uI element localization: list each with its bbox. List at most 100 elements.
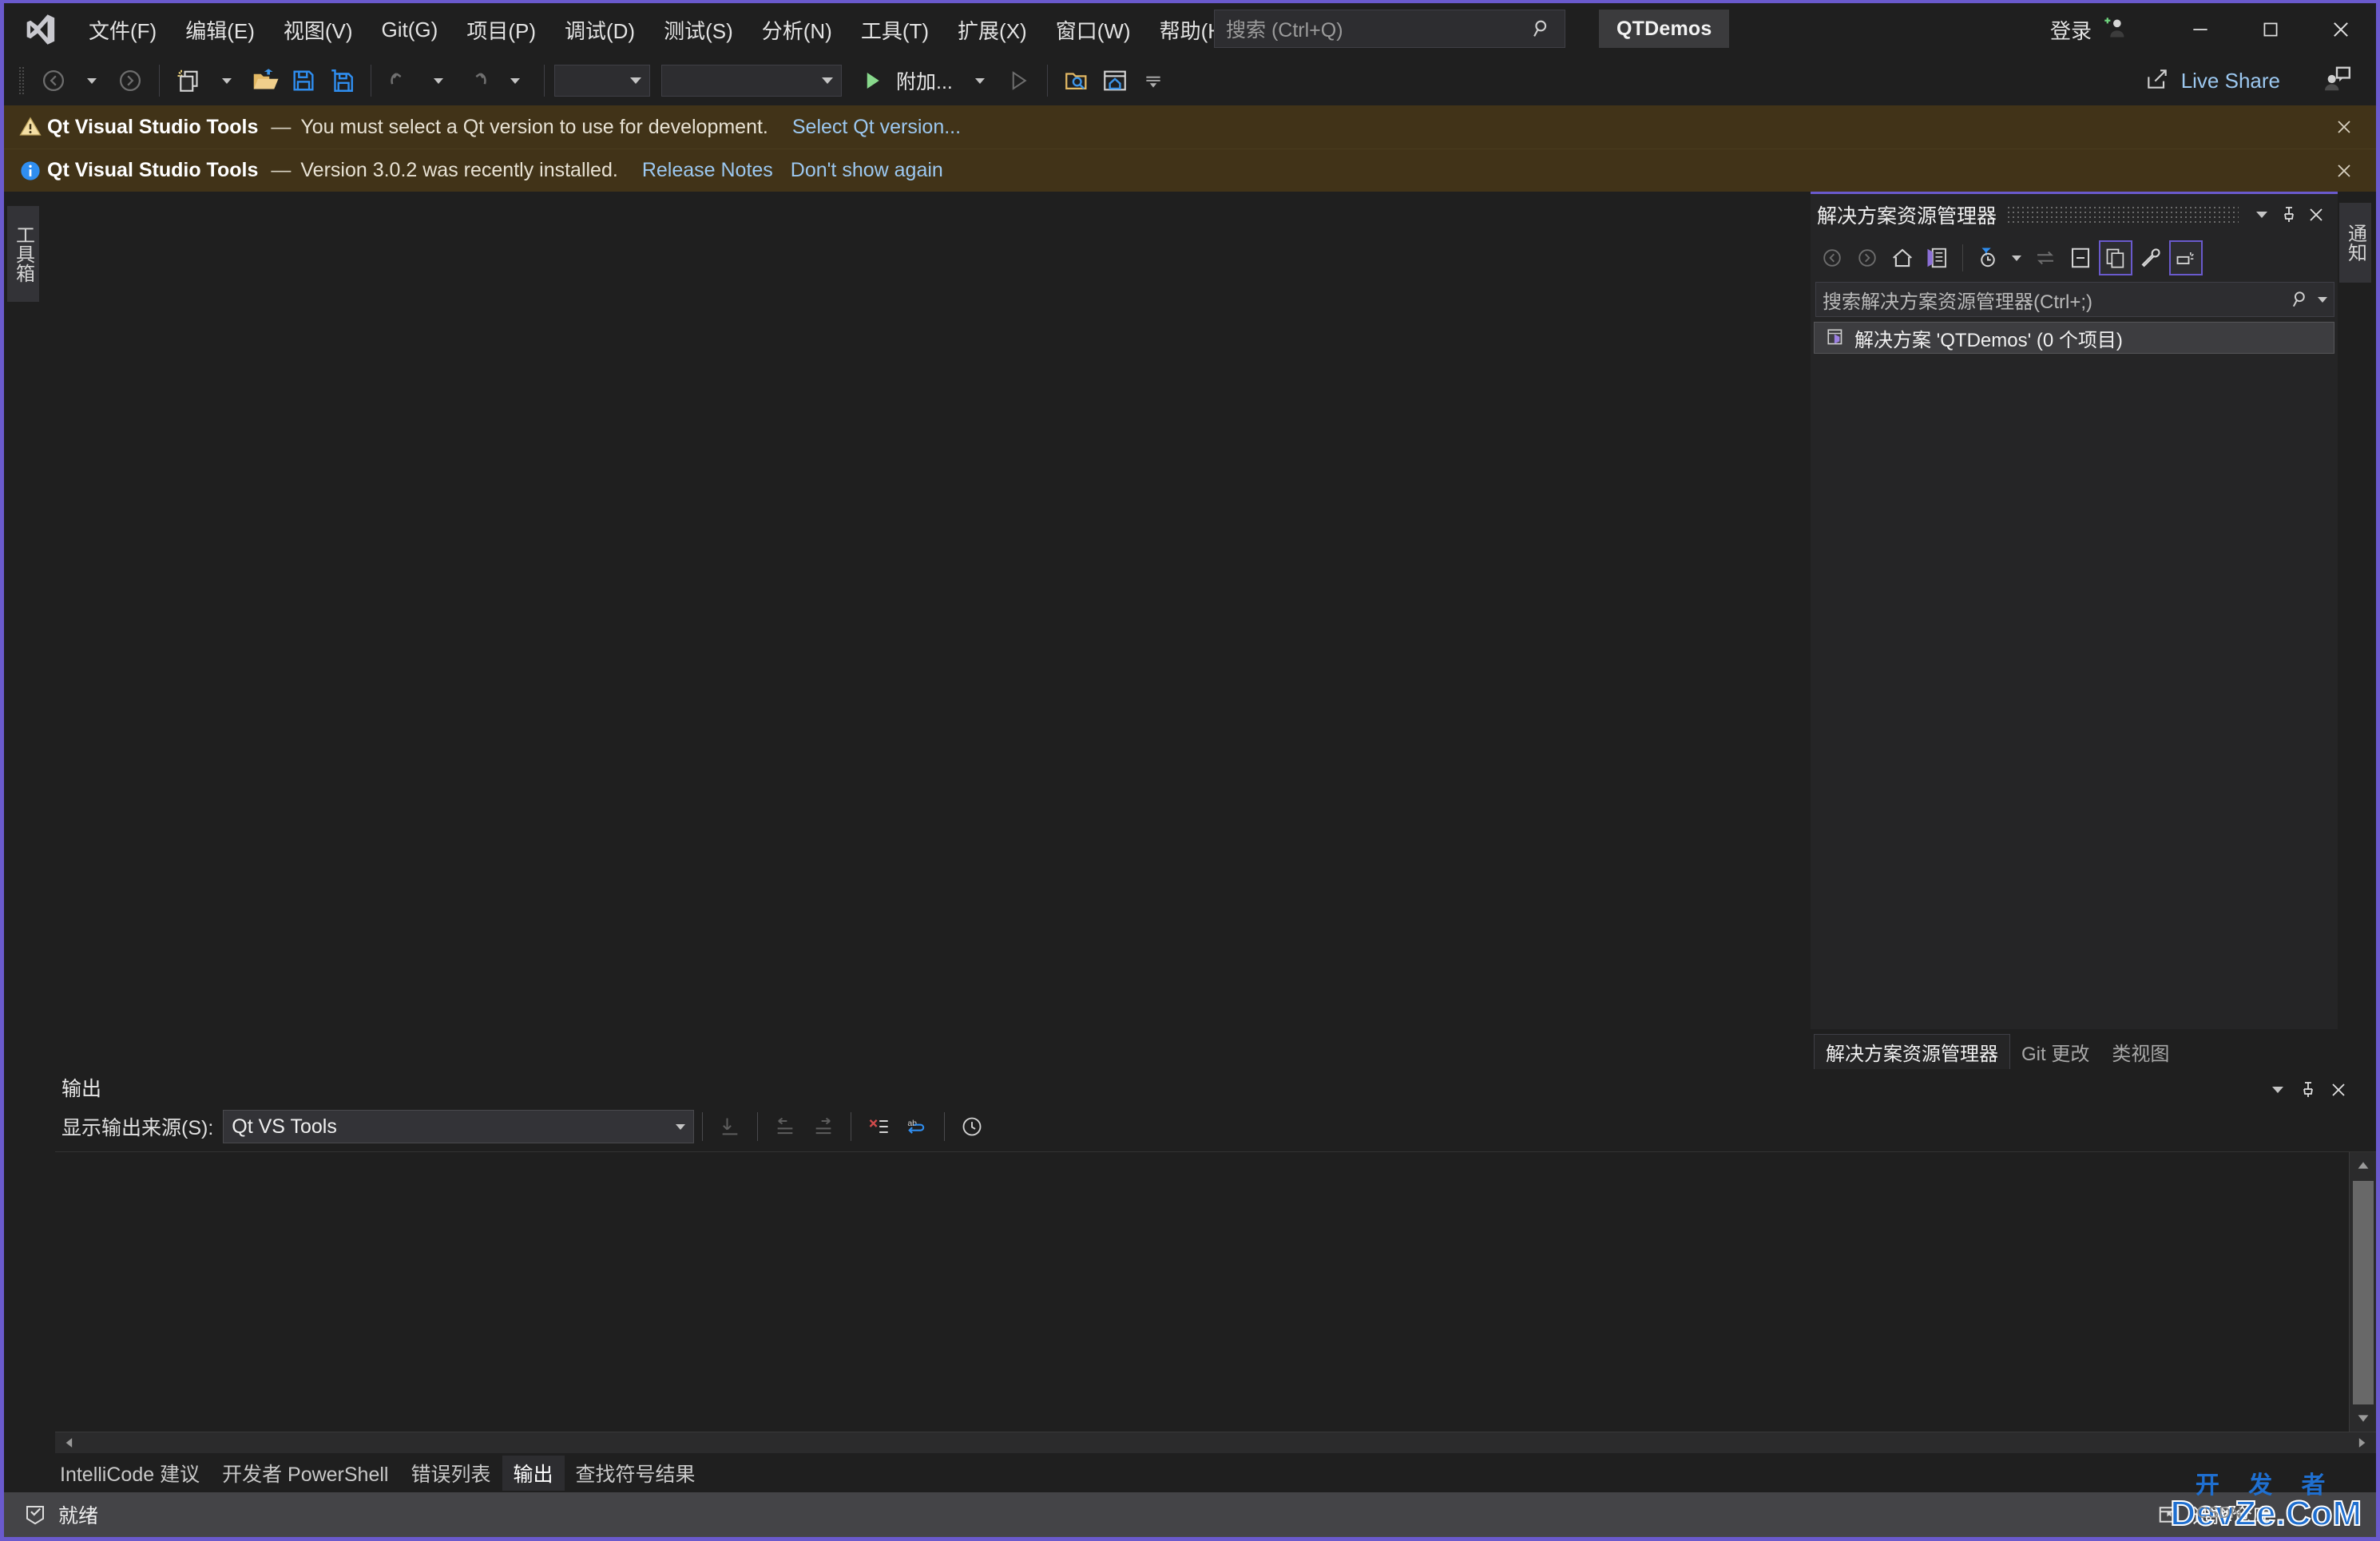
menu-view[interactable]: 视图(V) (269, 9, 367, 51)
notification-close-button[interactable] (2326, 105, 2362, 149)
live-share-button[interactable]: Live Share (2144, 56, 2280, 105)
navigate-forward-button[interactable] (111, 61, 149, 100)
redo-icon[interactable] (458, 61, 496, 100)
menu-extensions[interactable]: 扩展(X) (943, 9, 1041, 51)
search-options-dropdown-icon[interactable] (2318, 296, 2327, 303)
tab-intellicode-suggestions[interactable]: IntelliCode 建议 (49, 1456, 211, 1491)
play-icon[interactable] (853, 61, 891, 100)
scroll-up-arrow-icon[interactable] (2350, 1152, 2376, 1179)
sync-with-active-document-icon[interactable] (2029, 240, 2062, 275)
toggle-word-wrap-icon[interactable]: ab (898, 1108, 936, 1145)
solution-node-qtdemos[interactable]: 解决方案 'QTDemos' (0 个项目) (1814, 322, 2334, 354)
previous-message-icon[interactable] (766, 1108, 804, 1145)
navigate-backward-button[interactable] (34, 61, 73, 100)
back-icon[interactable] (1815, 240, 1849, 275)
tab-error-list[interactable]: 错误列表 (399, 1456, 502, 1491)
navigate-backward-dropdown[interactable] (73, 61, 111, 100)
minimize-button[interactable] (2165, 3, 2235, 56)
output-vertical-scrollbar[interactable] (2349, 1152, 2376, 1432)
scroll-down-arrow-icon[interactable] (2350, 1404, 2376, 1432)
next-message-icon[interactable] (804, 1108, 843, 1145)
toolbar-overflow-icon[interactable] (1134, 61, 1172, 100)
clear-all-icon[interactable] (859, 1108, 898, 1145)
properties-icon[interactable] (2134, 240, 2168, 275)
save-all-icon[interactable] (323, 61, 361, 100)
undo-dropdown[interactable] (419, 61, 458, 100)
output-source-label: 显示输出来源(S): (61, 1117, 214, 1140)
document-area[interactable] (42, 192, 1811, 1069)
home-icon[interactable] (1886, 240, 1919, 275)
select-qt-version-link[interactable]: Select Qt version... (792, 116, 961, 139)
redo-dropdown[interactable] (496, 61, 534, 100)
menu-git[interactable]: Git(G) (367, 11, 453, 49)
save-icon[interactable] (284, 61, 323, 100)
project-name-chip[interactable]: QTDemos (1599, 10, 1730, 48)
status-right[interactable]: 选择仓库 (2157, 1500, 2272, 1529)
pending-changes-filter-icon[interactable] (1971, 240, 2005, 275)
output-source-select[interactable]: Qt VS Tools (223, 1110, 695, 1144)
scroll-right-arrow-icon[interactable] (2349, 1432, 2376, 1453)
sign-in-area[interactable]: 登录 (2050, 3, 2128, 56)
attach-dropdown[interactable] (961, 61, 999, 100)
close-button[interactable] (2306, 3, 2376, 56)
maximize-button[interactable] (2235, 3, 2306, 56)
dont-show-again-link[interactable]: Don't show again (791, 159, 943, 182)
panel-drag-handle[interactable] (2006, 205, 2239, 224)
notifications-tab[interactable]: 通知 (2339, 203, 2371, 283)
collapse-all-icon[interactable] (2064, 240, 2097, 275)
tab-class-view[interactable]: 类视图 (2100, 1034, 2180, 1069)
toolbar-grip[interactable] (18, 66, 25, 95)
menu-project[interactable]: 项目(P) (452, 9, 550, 51)
output-horizontal-scrollbar[interactable] (55, 1432, 2376, 1454)
panel-menu-dropdown-icon[interactable] (2263, 1073, 2293, 1107)
output-content[interactable] (55, 1152, 2349, 1432)
tab-git-changes[interactable]: Git 更改 (2010, 1034, 2100, 1069)
start-without-debugging-icon[interactable] (999, 61, 1037, 100)
close-icon[interactable] (2303, 199, 2330, 231)
menu-edit[interactable]: 编辑(E) (171, 9, 269, 51)
solution-toolbar-separator (1962, 244, 1963, 271)
tab-solution-explorer[interactable]: 解决方案资源管理器 (1814, 1034, 2010, 1069)
tab-find-symbol-results[interactable]: 查找符号结果 (565, 1456, 707, 1491)
preview-selected-items-icon[interactable] (2169, 240, 2203, 275)
tab-output[interactable]: 输出 (502, 1455, 565, 1491)
global-search-input[interactable]: 搜索 (Ctrl+Q) (1214, 10, 1565, 48)
new-project-icon[interactable] (169, 61, 208, 100)
status-left[interactable]: 就绪 (4, 1500, 98, 1529)
pin-icon[interactable] (2293, 1073, 2323, 1107)
menu-analyze[interactable]: 分析(N) (748, 9, 847, 51)
solution-platform-combo[interactable] (661, 65, 842, 97)
window-home-icon[interactable] (1096, 61, 1134, 100)
pin-icon[interactable] (2275, 199, 2303, 231)
menu-file[interactable]: 文件(F) (74, 9, 171, 51)
notification-close-button[interactable] (2326, 149, 2362, 192)
scrollbar-thumb[interactable] (2352, 1181, 2374, 1405)
scroll-left-arrow-icon[interactable] (55, 1432, 82, 1453)
toolbox-tab[interactable]: 工具箱 (7, 206, 39, 302)
forward-icon[interactable] (1850, 240, 1884, 275)
go-to-message-icon[interactable] (711, 1108, 749, 1145)
show-timestamps-icon[interactable] (953, 1108, 991, 1145)
notification-message: You must select a Qt version to use for … (300, 115, 768, 138)
new-project-dropdown[interactable] (208, 61, 246, 100)
folder-search-icon[interactable] (1057, 61, 1096, 100)
pending-changes-dropdown-icon[interactable] (2006, 240, 2027, 275)
people-share-icon[interactable] (2322, 64, 2352, 98)
release-notes-link[interactable]: Release Notes (642, 159, 773, 182)
output-text-area[interactable] (55, 1151, 2376, 1432)
menu-tools[interactable]: 工具(T) (847, 9, 943, 51)
menu-debug[interactable]: 调试(D) (550, 9, 649, 51)
undo-icon[interactable] (381, 61, 419, 100)
open-folder-icon[interactable] (246, 61, 284, 100)
menu-test[interactable]: 测试(S) (649, 9, 748, 51)
solution-view-icon[interactable] (1921, 240, 1954, 275)
close-icon[interactable] (2323, 1073, 2354, 1107)
show-all-files-icon[interactable] (2099, 240, 2132, 275)
menu-window[interactable]: 窗口(W) (1041, 9, 1145, 51)
add-account-icon[interactable] (2101, 14, 2128, 46)
attach-label[interactable]: 附加... (896, 66, 953, 95)
solution-configuration-combo[interactable] (554, 65, 650, 97)
tab-developer-powershell[interactable]: 开发者 PowerShell (211, 1456, 399, 1491)
solution-explorer-search-input[interactable]: 搜索解决方案资源管理器(Ctrl+;) (1815, 282, 2334, 317)
panel-menu-dropdown-icon[interactable] (2248, 199, 2275, 231)
